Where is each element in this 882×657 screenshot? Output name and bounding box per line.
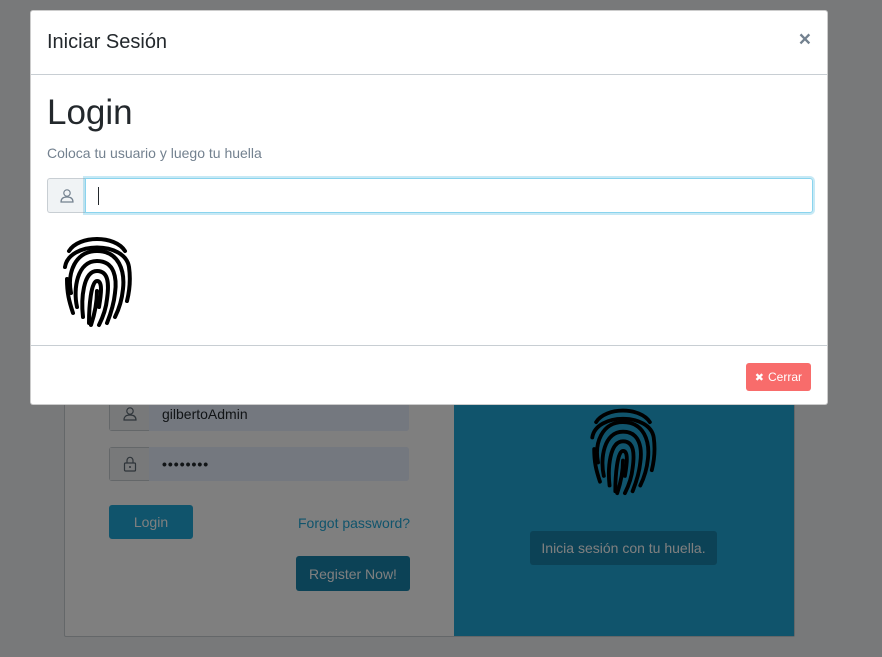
- login-heading: Login: [47, 93, 133, 132]
- modal-body: Login Coloca tu usuario y luego tu huell…: [31, 75, 827, 346]
- modal-title: Iniciar Sesión: [47, 31, 168, 53]
- login-modal: Iniciar Sesión × Login Coloca tu usuario…: [30, 10, 828, 405]
- close-icon[interactable]: ×: [799, 28, 811, 52]
- fingerprint-icon: [63, 237, 132, 327]
- text-caret: [98, 186, 99, 205]
- modal-username-input-group: [47, 178, 813, 213]
- modal-header: Iniciar Sesión ×: [31, 11, 827, 75]
- modal-footer: ✖ Cerrar: [31, 346, 827, 406]
- cerrar-button[interactable]: ✖ Cerrar: [745, 363, 811, 391]
- page: gilbertoAdmin •••••••• Login Forgot pass…: [0, 0, 882, 657]
- modal-username-field[interactable]: [85, 178, 813, 213]
- user-icon: [47, 178, 85, 213]
- close-icon: ✖: [754, 371, 764, 384]
- cerrar-button-label: Cerrar: [767, 370, 802, 384]
- login-subtitle: Coloca tu usuario y luego tu huella: [47, 145, 262, 161]
